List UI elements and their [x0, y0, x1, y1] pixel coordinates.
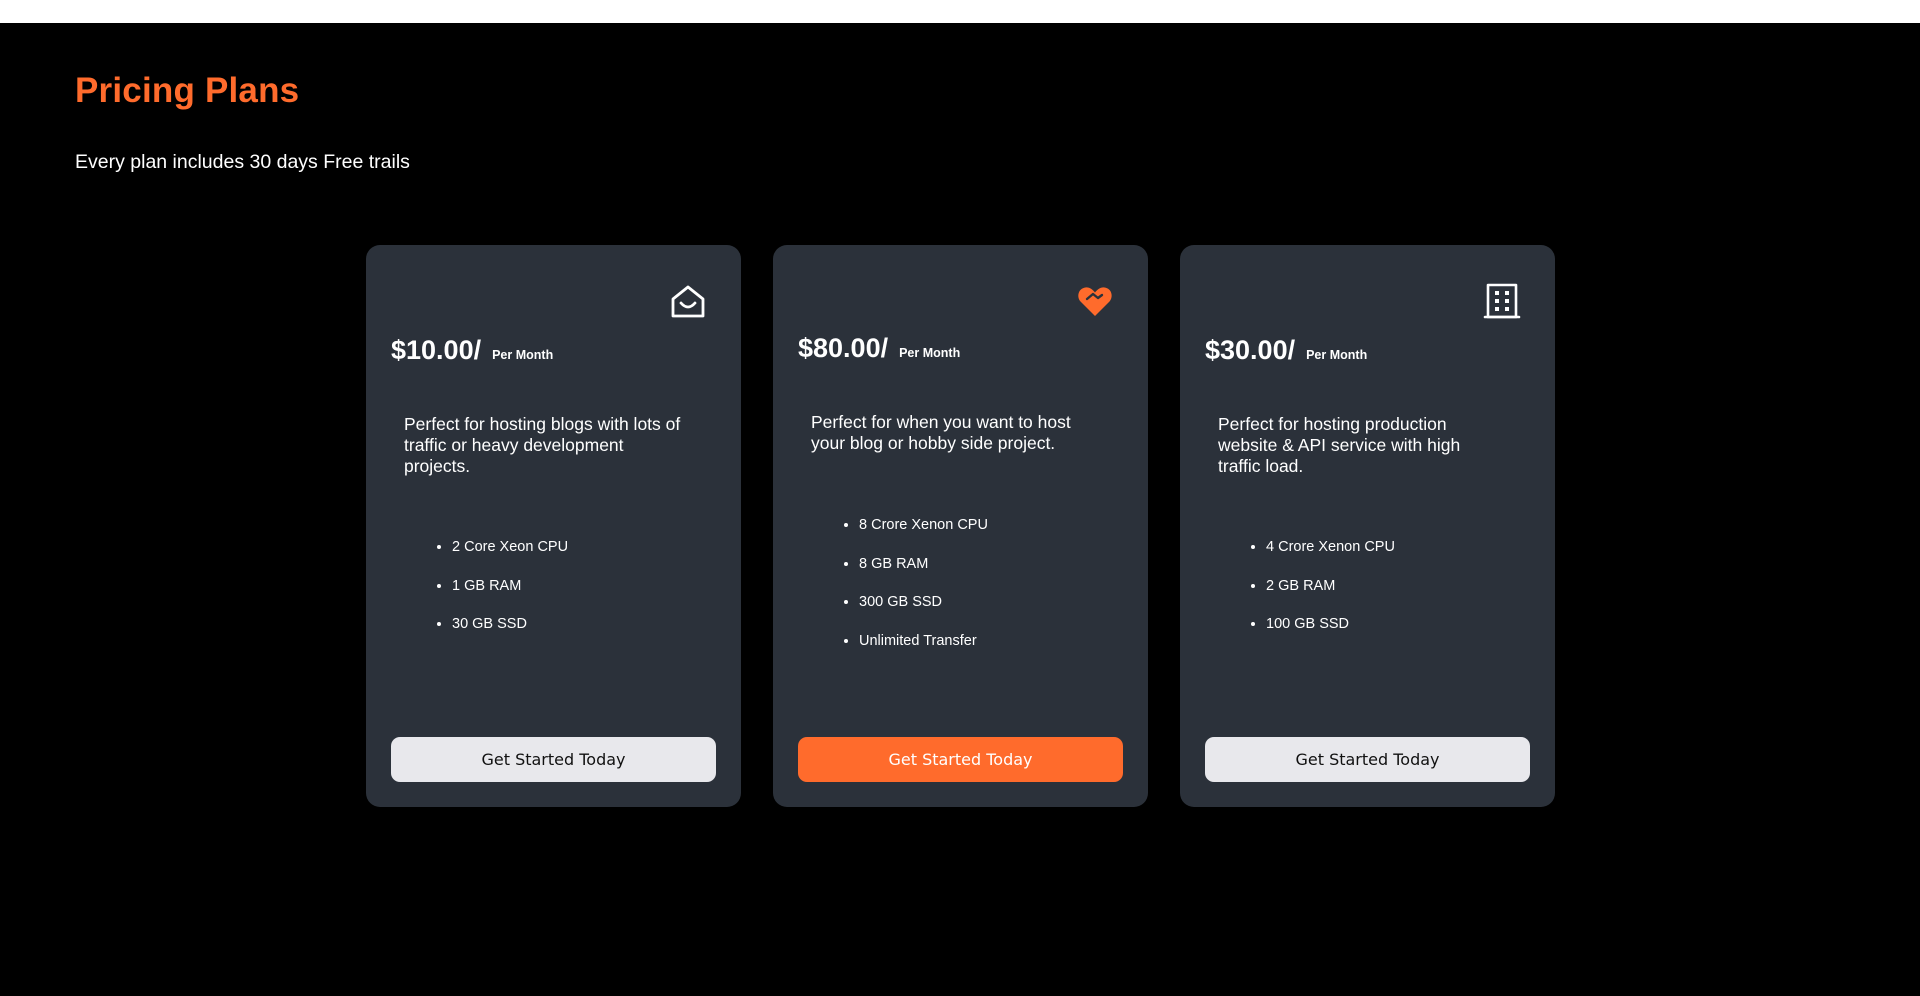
- building-icon: [1483, 282, 1521, 320]
- feature-item: 4 Crore Xenon CPU: [1266, 538, 1395, 577]
- page-title: Pricing Plans: [75, 71, 300, 110]
- plan-price: $10.00/: [391, 335, 482, 365]
- feature-item: 2 Core Xeon CPU: [452, 538, 568, 577]
- feature-item: 30 GB SSD: [452, 615, 568, 654]
- home-icon: [669, 282, 707, 320]
- plan-description: Perfect for hosting blogs with lots of t…: [404, 414, 681, 476]
- feature-item: Unlimited Transfer: [859, 632, 988, 671]
- plan-features: 8 Crore Xenon CPU 8 GB RAM 300 GB SSD Un…: [835, 516, 988, 670]
- get-started-button[interactable]: Get Started Today: [798, 737, 1123, 782]
- plan-description: Perfect for when you want to host your b…: [811, 412, 1071, 453]
- plan-period: Per Month: [899, 346, 961, 360]
- plan-features: 2 Core Xeon CPU 1 GB RAM 30 GB SSD: [428, 538, 568, 654]
- plan-description: Perfect for hosting production website &…: [1218, 414, 1461, 476]
- pricing-card-featured: $80.00/ Per Month Perfect for when you w…: [773, 245, 1148, 807]
- top-strip: [0, 0, 1920, 23]
- pricing-card-production: $30.00/ Per Month Perfect for hosting pr…: [1180, 245, 1555, 807]
- feature-item: 2 GB RAM: [1266, 577, 1395, 616]
- get-started-button[interactable]: Get Started Today: [391, 737, 716, 782]
- plan-period: Per Month: [1306, 348, 1368, 362]
- plan-price: $80.00/: [798, 333, 889, 363]
- plan-period: Per Month: [492, 348, 554, 362]
- price-row: $80.00/ Per Month: [798, 333, 960, 364]
- heart-handshake-icon: [1076, 282, 1114, 320]
- price-row: $30.00/ Per Month: [1205, 335, 1367, 366]
- feature-item: 1 GB RAM: [452, 577, 568, 616]
- price-row: $10.00/ Per Month: [391, 335, 553, 366]
- plan-price: $30.00/: [1205, 335, 1296, 365]
- feature-item: 100 GB SSD: [1266, 615, 1395, 654]
- plan-features: 4 Crore Xenon CPU 2 GB RAM 100 GB SSD: [1242, 538, 1395, 654]
- get-started-button[interactable]: Get Started Today: [1205, 737, 1530, 782]
- pricing-card-basic: $10.00/ Per Month Perfect for hosting bl…: [366, 245, 741, 807]
- feature-item: 8 GB RAM: [859, 555, 988, 594]
- page-subtitle: Every plan includes 30 days Free trails: [75, 151, 410, 173]
- feature-item: 300 GB SSD: [859, 593, 988, 632]
- feature-item: 8 Crore Xenon CPU: [859, 516, 988, 555]
- pricing-section: Pricing Plans Every plan includes 30 day…: [0, 23, 1920, 996]
- pricing-cards: $10.00/ Per Month Perfect for hosting bl…: [366, 245, 1555, 807]
